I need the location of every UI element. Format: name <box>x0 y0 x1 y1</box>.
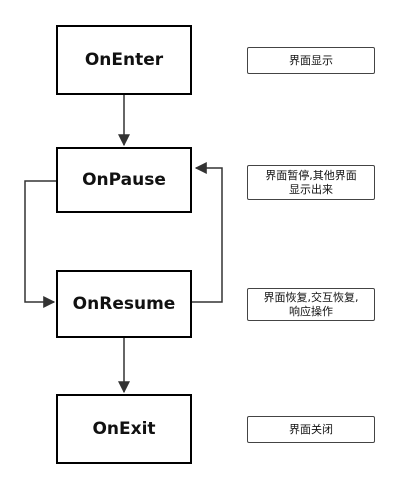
note-onresume: 界面恢复,交互恢复, 响应操作 <box>247 288 375 321</box>
arrow-pause-to-resume <box>24 180 56 308</box>
lifecycle-diagram: OnEnter OnPause OnResume OnExit 界面显示 界面暂… <box>0 0 405 485</box>
state-onresume-label: OnResume <box>72 294 176 314</box>
state-onpause: OnPause <box>56 147 192 213</box>
arrow-resume-to-pause <box>192 162 223 303</box>
note-onpause-text: 界面暂停,其他界面 显示出来 <box>265 168 357 196</box>
state-onexit: OnExit <box>56 394 192 464</box>
note-onpause: 界面暂停,其他界面 显示出来 <box>247 165 375 200</box>
state-onenter: OnEnter <box>56 25 192 95</box>
state-onresume: OnResume <box>56 270 192 338</box>
note-onexit-text: 界面关闭 <box>289 422 333 436</box>
state-onenter-label: OnEnter <box>84 50 164 70</box>
note-onenter: 界面显示 <box>247 47 375 74</box>
note-onresume-text: 界面恢复,交互恢复, 响应操作 <box>263 290 359 318</box>
state-onexit-label: OnExit <box>92 419 156 439</box>
note-onexit: 界面关闭 <box>247 416 375 443</box>
note-onenter-text: 界面显示 <box>289 53 333 67</box>
state-onpause-label: OnPause <box>82 170 166 190</box>
